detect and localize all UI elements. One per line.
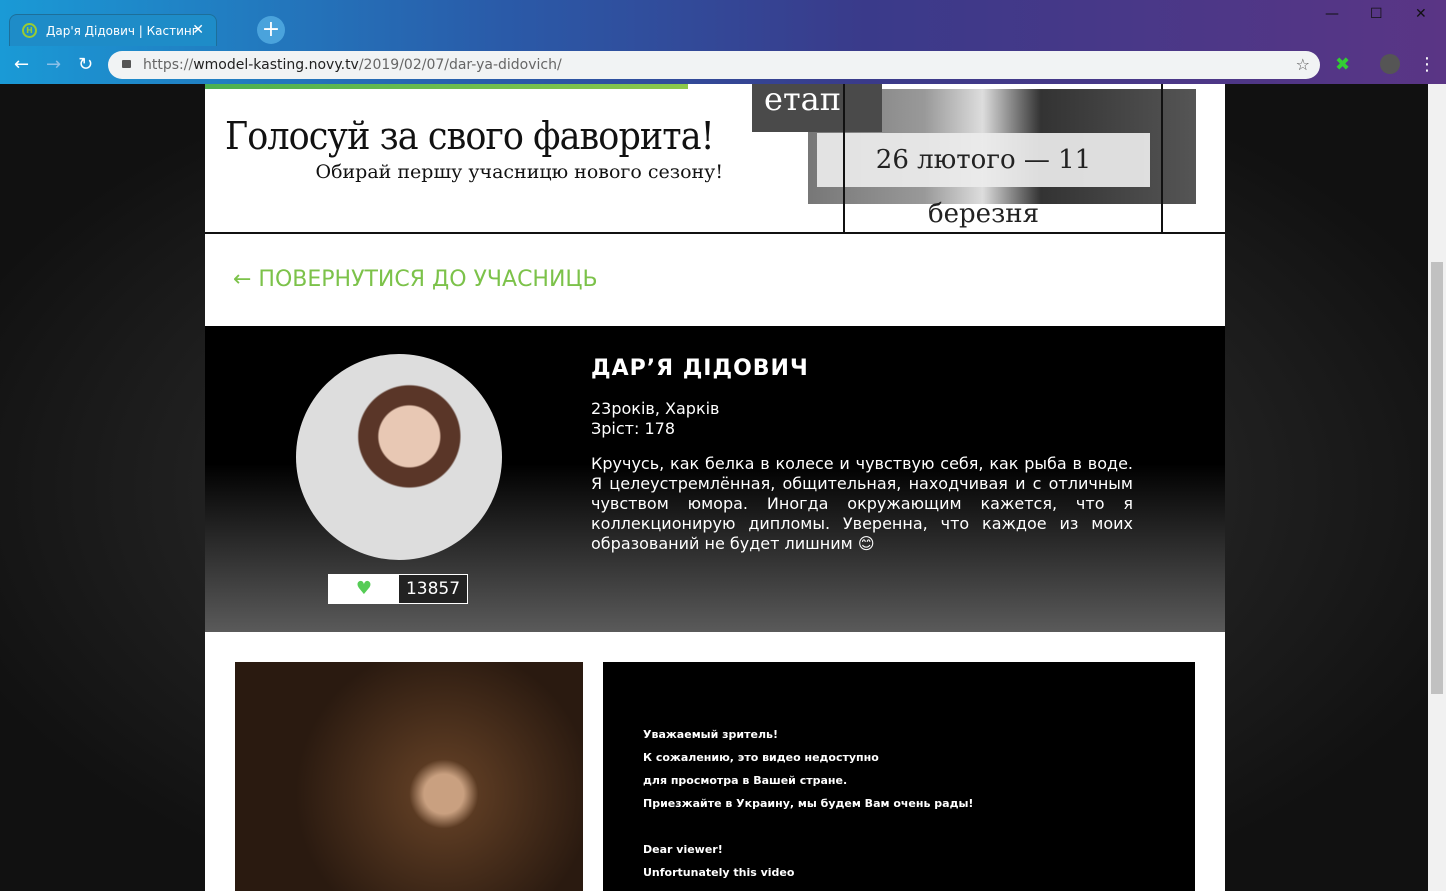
participant-photo[interactable] [235,662,583,891]
new-tab-button[interactable]: + [257,16,285,44]
video-message-line: Приезжайте в Украину, мы будем Вам очень… [643,797,974,810]
forward-icon[interactable]: → [46,54,61,75]
banner-dates: 26 лютого — 11 березня [817,133,1150,229]
video-message-line: Unfortunately this video [643,866,795,879]
banner-stage: етап [752,84,882,132]
url-scheme: https:// [143,57,194,73]
close-tab-icon[interactable]: ✕ [192,22,204,38]
bookmark-star-icon[interactable]: ☆ [1296,51,1310,79]
video-message-line [643,820,1195,843]
content-column: Голосуй за свого фаворита! Обирай першу … [205,84,1225,891]
age-city: 23років, Харків [591,399,720,418]
height: Зріст: 178 [591,419,675,438]
heart-icon: ♥ [355,578,373,599]
site-favicon-icon: H [22,23,37,38]
video-message-line: К сожалению, это видео недоступно [643,751,879,764]
address-bar[interactable]: https://wmodel-kasting.novy.tv/2019/02/0… [108,51,1320,79]
likes-count: 13857 [399,575,467,603]
scrollbar-thumb[interactable] [1431,262,1443,694]
browser-tab[interactable]: H Дар'я Дідович | Кастинг ✕ [9,14,217,46]
back-to-participants-link[interactable]: ← ПОВЕРНУТИСЯ ДО УЧАСНИЦЬ [233,267,598,292]
menu-icon[interactable]: ⋮ [1418,54,1436,75]
scrollbar[interactable] [1428,84,1446,891]
video-player[interactable]: Уважаемый зритель! К сожалению, это виде… [603,662,1195,891]
url-path: /2019/02/07/dar-ya-didovich/ [358,57,562,73]
video-message-line: Dear viewer! [643,843,723,856]
maximize-icon[interactable]: ☐ [1370,6,1383,22]
profile-avatar[interactable] [1380,54,1400,74]
profile-section: ♥ 13857 ДАР’Я ДІДОВИЧ 23років, Харків Зр… [205,326,1225,632]
minimize-icon[interactable]: — [1325,6,1339,22]
extension-icon[interactable]: ✖ [1335,54,1350,75]
video-message-line: Уважаемый зритель! [643,728,779,741]
participant-name: ДАР’Я ДІДОВИЧ [591,356,809,381]
page-viewport: Голосуй за свого фаворита! Обирай першу … [0,84,1428,891]
divider [1161,84,1163,232]
back-icon[interactable]: ← [14,54,29,75]
avatar [296,354,502,560]
url-host: wmodel-kasting.novy.tv [193,57,359,73]
divider [205,232,1225,234]
browser-chrome: H Дар'я Дідович | Кастинг ✕ + — ☐ ✕ ← → … [0,0,1446,84]
tab-title: Дар'я Дідович | Кастинг [46,23,199,38]
video-message-line: для просмотра в Вашей стране. [643,774,848,787]
close-window-icon[interactable]: ✕ [1415,6,1427,22]
green-accent-bar [205,84,688,89]
banner-title: Голосуй за свого фаворита! [225,114,715,158]
bio: Кручусь, как белка в колесе и чувствую с… [591,454,1133,553]
lock-icon [122,60,131,68]
reload-icon[interactable]: ↻ [78,54,93,75]
vote-button[interactable]: ♥ 13857 [328,574,468,604]
banner-subtitle: Обирай першу учасницю нового сезону! [315,161,724,183]
divider [843,84,845,232]
